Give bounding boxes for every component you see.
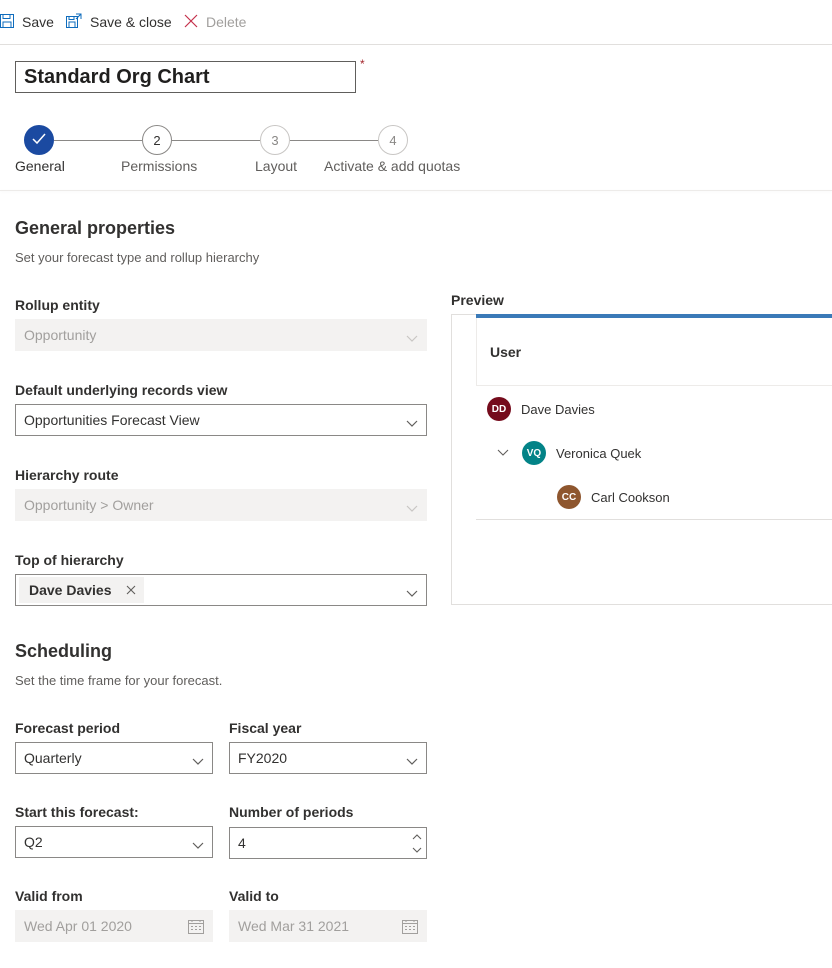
- step-number: 4: [389, 132, 397, 148]
- number-of-periods-label: Number of periods: [229, 804, 354, 820]
- step-permissions-circle[interactable]: 2: [142, 125, 172, 155]
- valid-from-label: Valid from: [15, 888, 83, 904]
- calendar-icon: [402, 919, 418, 937]
- general-properties-heading: General properties: [15, 218, 176, 238]
- preview-row-veronica: VQ Veronica Quek: [497, 441, 641, 465]
- chevron-down-icon[interactable]: [412, 843, 422, 856]
- step-general-label[interactable]: General: [15, 158, 65, 174]
- delete-button[interactable]: Delete: [184, 0, 246, 44]
- step-number: 2: [153, 132, 161, 148]
- default-view-value: Opportunities Forecast View: [24, 412, 200, 428]
- step-permissions-label[interactable]: Permissions: [121, 158, 197, 174]
- hierarchy-route-dropdown[interactable]: Opportunity > Owner: [15, 489, 427, 521]
- preview-row-dave: DD Dave Davies: [487, 397, 595, 421]
- save-close-label: Save & close: [90, 14, 172, 30]
- step-activate-label[interactable]: Activate & add quotas: [324, 158, 460, 174]
- calendar-icon: [188, 919, 204, 937]
- user-name: Veronica Quek: [556, 445, 642, 461]
- step-number: 3: [271, 132, 279, 148]
- user-name: Dave Davies: [521, 401, 595, 417]
- save-button[interactable]: Save: [0, 0, 54, 44]
- delete-label: Delete: [206, 14, 247, 30]
- chevron-down-icon: [192, 753, 204, 769]
- preview-divider: [476, 519, 832, 520]
- start-forecast-dropdown[interactable]: Q2: [15, 826, 213, 858]
- rollup-entity-label: Rollup entity: [15, 297, 100, 313]
- chevron-down-icon: [406, 415, 418, 431]
- save-close-icon: [66, 13, 90, 32]
- valid-to-value: Wed Mar 31 2021: [238, 918, 350, 934]
- rollup-entity-value: Opportunity: [24, 327, 97, 343]
- number-of-periods-stepper[interactable]: 4: [229, 827, 427, 859]
- fiscal-year-value: FY2020: [238, 750, 288, 766]
- step-connector: [54, 140, 142, 141]
- avatar: DD: [487, 397, 511, 421]
- forecast-period-value: Quarterly: [24, 750, 82, 766]
- chevron-down-icon: [192, 837, 204, 853]
- wizard-stepper: 2 3 4 General Permissions Layout Activat…: [0, 120, 832, 190]
- hierarchy-route-label: Hierarchy route: [15, 467, 119, 483]
- user-name: Carl Cookson: [591, 489, 670, 505]
- rollup-entity-dropdown[interactable]: Opportunity: [15, 319, 427, 351]
- step-layout-label[interactable]: Layout: [255, 158, 297, 174]
- forecast-name-input[interactable]: [15, 61, 356, 93]
- fiscal-year-dropdown[interactable]: FY2020: [229, 742, 427, 774]
- top-of-hierarchy-picker[interactable]: Dave Davies: [15, 574, 427, 606]
- valid-to-date[interactable]: Wed Mar 31 2021: [229, 910, 427, 942]
- default-view-label: Default underlying records view: [15, 382, 228, 398]
- command-bar: Save Save & close Delete: [0, 0, 832, 45]
- remove-tag-icon[interactable]: [126, 585, 136, 595]
- fiscal-year-label: Fiscal year: [229, 720, 302, 736]
- chevron-down-icon[interactable]: [406, 585, 418, 601]
- save-label: Save: [22, 14, 54, 30]
- default-view-dropdown[interactable]: Opportunities Forecast View: [15, 404, 427, 436]
- close-icon: [184, 14, 206, 31]
- chevron-up-icon[interactable]: [412, 830, 422, 843]
- start-forecast-label: Start this forecast:: [15, 804, 139, 820]
- step-connector: [290, 140, 378, 141]
- step-connector: [172, 140, 260, 141]
- preview-row-carl: CC Carl Cookson: [557, 485, 670, 509]
- preview-column-header: User: [476, 318, 832, 386]
- selected-user-tag: Dave Davies: [19, 577, 144, 603]
- hierarchy-route-value: Opportunity > Owner: [24, 497, 154, 513]
- chevron-down-icon: [406, 500, 418, 516]
- step-general-circle[interactable]: [24, 125, 54, 155]
- tag-label: Dave Davies: [29, 582, 112, 598]
- top-of-hierarchy-label: Top of hierarchy: [15, 552, 124, 568]
- valid-from-value: Wed Apr 01 2020: [24, 918, 132, 934]
- preview-label: Preview: [451, 292, 504, 308]
- spin-buttons: [412, 830, 422, 856]
- forecast-period-dropdown[interactable]: Quarterly: [15, 742, 213, 774]
- scheduling-subtitle: Set the time frame for your forecast.: [15, 673, 223, 688]
- step-activate-circle[interactable]: 4: [378, 125, 408, 155]
- general-properties-subtitle: Set your forecast type and rollup hierar…: [15, 250, 260, 265]
- valid-to-label: Valid to: [229, 888, 279, 904]
- scheduling-heading: Scheduling: [15, 641, 113, 661]
- divider: [0, 190, 832, 191]
- avatar: CC: [557, 485, 581, 509]
- chevron-down-icon: [406, 330, 418, 346]
- chevron-down-icon[interactable]: [497, 449, 509, 457]
- required-indicator: *: [360, 57, 365, 71]
- checkmark-icon: [32, 133, 46, 148]
- number-of-periods-value: 4: [238, 835, 246, 851]
- forecast-period-label: Forecast period: [15, 720, 121, 736]
- chevron-down-icon: [406, 753, 418, 769]
- step-layout-circle[interactable]: 3: [260, 125, 290, 155]
- save-close-button[interactable]: Save & close: [66, 0, 172, 44]
- start-forecast-value: Q2: [24, 834, 43, 850]
- valid-from-date[interactable]: Wed Apr 01 2020: [15, 910, 213, 942]
- avatar: VQ: [522, 441, 546, 465]
- save-icon: [0, 13, 22, 31]
